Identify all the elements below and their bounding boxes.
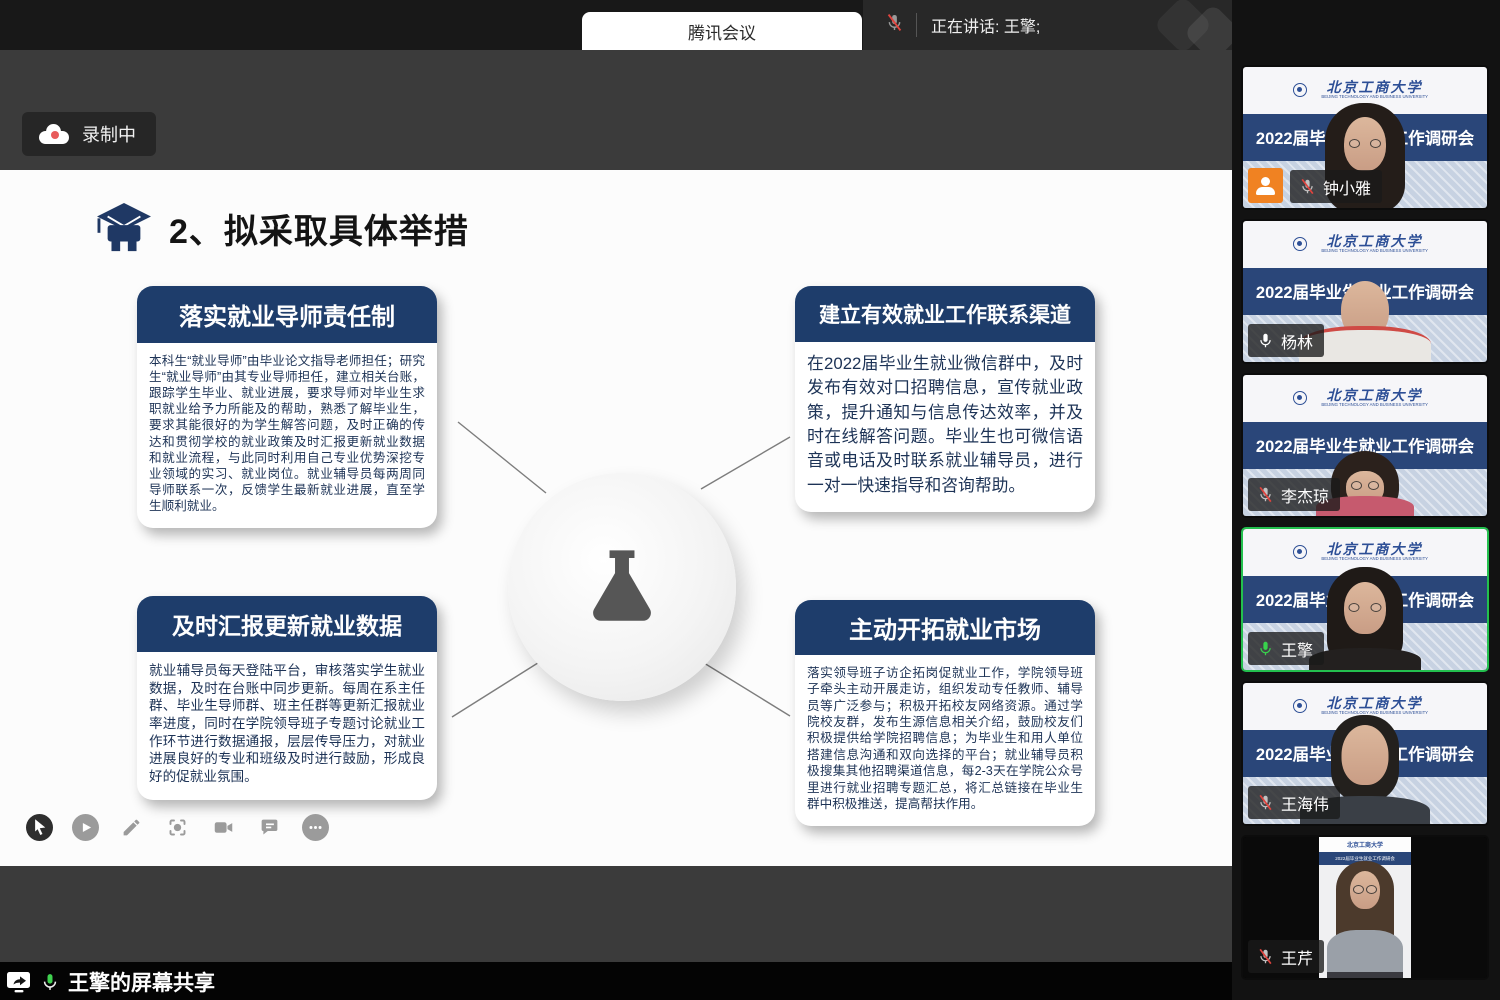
university-seal-icon: [1293, 699, 1307, 713]
participant-nametag: 李杰琼: [1248, 478, 1340, 511]
participant-name: 李杰琼: [1281, 483, 1329, 507]
participant-nametag: 王海伟: [1248, 786, 1340, 819]
university-seal-icon: [1293, 391, 1307, 405]
recording-label: 录制中: [82, 121, 136, 147]
app-title-tab: 腾讯会议: [582, 12, 862, 50]
pencil-icon[interactable]: [118, 814, 145, 841]
host-badge: [1248, 168, 1283, 203]
spotlight-icon[interactable]: [164, 814, 191, 841]
info-box-mentor-responsibility: 落实就业导师责任制 本科生“就业导师”由毕业论文指导老师担任；研究生“就业导师”…: [137, 286, 437, 528]
university-seal-icon: [1293, 237, 1307, 251]
share-banner-label: 王擎的屏幕共享: [68, 967, 215, 997]
participant-name: 钟小雅: [1323, 175, 1371, 199]
participant-nametag: 王芹: [1248, 940, 1324, 973]
university-seal-icon: [1293, 545, 1307, 559]
vb-banner-text: 2022届毕业生就业工作调研会: [1256, 125, 1474, 149]
participant-name: 王芹: [1281, 945, 1313, 969]
participant-tile[interactable]: 北京工商大学 BEIJING TECHNOLOGY AND BUSINESS U…: [1241, 65, 1489, 210]
recording-badge[interactable]: 录制中: [22, 112, 156, 156]
mic-icon: [1257, 794, 1274, 811]
slide-title-text: 2、拟采取具体举措: [169, 204, 469, 253]
info-box-job-market: 主动开拓就业市场 落实领导班子访企拓岗促就业工作，学院领导班子牵头主动开展走访，…: [795, 600, 1095, 826]
info-box-contact-channels: 建立有效就业工作联系渠道 在2022届毕业生就业微信群中，及时发布有效对口招聘信…: [795, 286, 1095, 512]
info-box-data-reporting: 及时汇报更新就业数据 就业辅导员每天登陆平台，审核落实学生就业数据，及时在台账中…: [137, 596, 437, 800]
info-box-header: 主动开拓就业市场: [795, 600, 1095, 655]
participant-tile[interactable]: 北京工商大学 2022届毕业生就业工作调研会 王芹: [1241, 835, 1489, 980]
university-name: 北京工商大学: [1327, 388, 1423, 402]
center-graphic-circle: [508, 473, 736, 701]
mic-icon: [1257, 332, 1274, 349]
university-name: 北京工商大学: [1327, 542, 1423, 556]
muted-mic-icon: [885, 13, 904, 37]
participant-name: 杨林: [1281, 329, 1313, 353]
vb-banner-text: 2022届毕业生就业工作调研会: [1256, 279, 1474, 303]
participant-tile[interactable]: 北京工商大学 BEIJING TECHNOLOGY AND BUSINESS U…: [1241, 219, 1489, 364]
mic-icon: [1257, 948, 1274, 965]
info-box-header: 建立有效就业工作联系渠道: [795, 286, 1095, 342]
bottom-strip: 王擎的屏幕共享: [0, 962, 1232, 1000]
info-box-body: 就业辅导员每天登陆平台，审核落实学生就业数据，及时在台账中同步更新。每周在系主任…: [137, 652, 437, 800]
flask-icon: [578, 543, 666, 631]
vb-banner-text: 2022届毕业生就业工作调研会: [1335, 855, 1395, 861]
info-box-body: 落实领导班子访企拓岗促就业工作，学院领导班子牵头主动开展走访，组织发动专任教师、…: [795, 655, 1095, 826]
graduation-cap-icon: [95, 202, 153, 254]
vb-banner-text: 2022届毕业生就业工作调研会: [1256, 433, 1474, 457]
info-box-body: 本科生“就业导师”由毕业论文指导老师担任；研究生“就业导师”由其专业导师担任，建…: [137, 343, 437, 528]
vb-banner-text: 2022届毕业生就业工作调研会: [1256, 587, 1474, 611]
university-name: 北京工商大学: [1327, 234, 1423, 248]
participant-nametag: 王擎: [1248, 632, 1324, 665]
university-seal-icon: [1293, 83, 1307, 97]
university-name-en: BEIJING TECHNOLOGY AND BUSINESS UNIVERSI…: [1321, 250, 1428, 254]
participant-tile[interactable]: 北京工商大学 BEIJING TECHNOLOGY AND BUSINESS U…: [1241, 373, 1489, 518]
person-icon: [1255, 177, 1277, 195]
university-name-en: BEIJING TECHNOLOGY AND BUSINESS UNIVERSI…: [1321, 558, 1428, 562]
participant-name: 王海伟: [1281, 791, 1329, 815]
annotation-toolbar: [26, 814, 329, 841]
university-name-en: BEIJING TECHNOLOGY AND BUSINESS UNIVERSI…: [1321, 404, 1428, 408]
app-title: 腾讯会议: [688, 19, 756, 44]
info-box-body: 在2022届毕业生就业微信群中，及时发布有效对口招聘信息，宣传就业政策，提升通知…: [795, 342, 1095, 512]
chat-icon[interactable]: [256, 814, 283, 841]
cloud-record-icon: [38, 124, 70, 144]
speaking-label: 正在讲话: 王擎;: [931, 13, 1040, 37]
shared-screen-stage: 录制中 2、拟采取具体举措: [0, 50, 1232, 1000]
info-box-header: 及时汇报更新就业数据: [137, 596, 437, 652]
university-name: 北京工商大学: [1327, 80, 1423, 94]
mic-icon-speaking: [1257, 640, 1274, 657]
participant-tile[interactable]: 北京工商大学 BEIJING TECHNOLOGY AND BUSINESS U…: [1241, 681, 1489, 826]
cursor-icon[interactable]: [26, 814, 53, 841]
camera-icon[interactable]: [210, 814, 237, 841]
active-mic-icon: [40, 972, 60, 992]
slide-title-row: 2、拟采取具体举措: [95, 202, 469, 254]
play-icon[interactable]: [72, 814, 99, 841]
participant-nametag: 杨林: [1248, 324, 1324, 357]
participants-sidebar: 北京工商大学 BEIJING TECHNOLOGY AND BUSINESS U…: [1232, 0, 1500, 1000]
participant-name: 王擎: [1281, 637, 1313, 661]
university-name-en: BEIJING TECHNOLOGY AND BUSINESS UNIVERSI…: [1321, 96, 1428, 100]
university-name-en: BEIJING TECHNOLOGY AND BUSINESS UNIVERSI…: [1321, 712, 1428, 716]
meeting-window: 腾讯会议 正在讲话: 王擎; — □ ✕ 录制中: [0, 0, 1500, 1000]
participant-nametag: 钟小雅: [1290, 170, 1382, 203]
more-icon[interactable]: [302, 814, 329, 841]
vb-banner-text: 2022届毕业生就业工作调研会: [1256, 741, 1474, 765]
university-name: 北京工商大学: [1327, 696, 1423, 710]
screen-share-banner: 王擎的屏幕共享: [6, 967, 215, 997]
mic-icon: [1257, 486, 1274, 503]
presentation-slide: 2、拟采取具体举措 落实就业导师责任制 本科生“就业导师”由毕业论文指导老师担任…: [0, 170, 1232, 866]
divider: [916, 13, 917, 37]
mic-icon: [1299, 178, 1316, 195]
university-name: 北京工商大学: [1347, 840, 1383, 849]
screen-share-icon: [6, 971, 32, 993]
participant-tile-active-speaker[interactable]: 北京工商大学 BEIJING TECHNOLOGY AND BUSINESS U…: [1241, 527, 1489, 672]
info-box-header: 落实就业导师责任制: [137, 286, 437, 343]
